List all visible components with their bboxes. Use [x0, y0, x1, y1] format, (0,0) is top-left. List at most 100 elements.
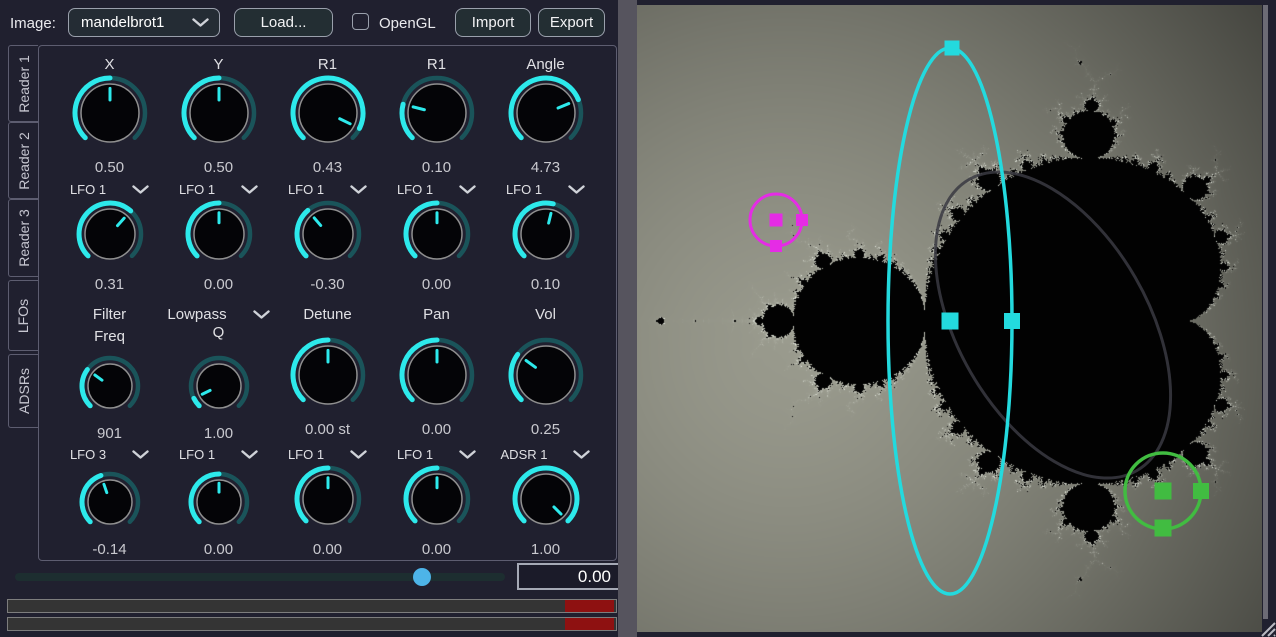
- reader-3-handle-bottom[interactable]: [1154, 519, 1172, 537]
- reader-2-handle-bottom[interactable]: [770, 240, 782, 252]
- reader-2-handle-right[interactable]: [796, 214, 808, 226]
- knob-cell-filter-freq-mod: LFO 3 -0.14: [55, 444, 164, 558]
- load-button[interactable]: Load...: [234, 8, 333, 37]
- chevron-down-icon: [252, 309, 270, 319]
- reader-3-handle-center[interactable]: [1154, 482, 1172, 500]
- y-mod-value: 0.00: [203, 276, 234, 293]
- knob-cell-filter-q: Lowpass Q 1.00: [164, 304, 273, 444]
- angle-mod-source-dropdown[interactable]: LFO 1: [506, 179, 585, 199]
- knob-r1b[interactable]: [398, 74, 476, 157]
- chevron-down-icon: [241, 449, 258, 459]
- detune-mod-source-dropdown[interactable]: LFO 1: [288, 444, 367, 464]
- right-scroll-strip: [1263, 5, 1268, 619]
- dropdown-value: LFO 1: [178, 446, 216, 462]
- reader-1-handle-center[interactable]: [941, 312, 959, 330]
- meter-bar-2: [7, 617, 617, 631]
- tab-reader-3[interactable]: Reader 3: [8, 199, 38, 277]
- filter-q-sub-label: Q: [212, 324, 225, 341]
- knob-cell-angle: Angle 4.73: [491, 54, 600, 179]
- knob-cell-r1b: R1 0.10: [382, 54, 491, 179]
- dropdown-value: LFO 3: [69, 446, 107, 462]
- export-button[interactable]: Export: [538, 8, 605, 37]
- reader-3-handle-right[interactable]: [1193, 483, 1209, 499]
- knob-x-mod[interactable]: [75, 199, 145, 274]
- image-select[interactable]: mandelbrot1: [68, 8, 220, 37]
- knob-cell-pan: Pan 0.00: [382, 304, 491, 444]
- position-slider[interactable]: [15, 568, 505, 586]
- vol-mod-value: 1.00: [530, 541, 561, 558]
- knob-cell-vol-mod: ADSR 1 1.00: [491, 444, 600, 558]
- r1-value: 0.43: [312, 159, 343, 176]
- knob-filter-q[interactable]: [187, 354, 251, 423]
- import-button[interactable]: Import: [455, 8, 531, 37]
- r1b-value: 0.10: [421, 159, 452, 176]
- knob-q-mod[interactable]: [187, 470, 251, 539]
- q-mod-value: 0.00: [203, 541, 234, 558]
- knob-row-3: Filter Freq 901 Lowpass Q 1.00 Detune 0.00 s…: [39, 304, 616, 444]
- x-mod-value: 0.31: [94, 276, 125, 293]
- filter-freq-mod-source-dropdown[interactable]: LFO 3: [70, 444, 149, 464]
- tab-label: ADSRs: [15, 368, 32, 414]
- chevron-down-icon: [132, 184, 149, 194]
- q-mod-source-dropdown[interactable]: LFO 1: [179, 444, 258, 464]
- knob-y-mod[interactable]: [184, 199, 254, 274]
- chevron-down-icon: [568, 184, 585, 194]
- knob-filter-freq[interactable]: [78, 354, 142, 423]
- angle-mod-value: 0.10: [530, 276, 561, 293]
- knob-filter-freq-mod[interactable]: [78, 470, 142, 539]
- knob-angle-mod[interactable]: [511, 199, 581, 274]
- dropdown-value: LFO 1: [396, 446, 434, 462]
- x-mod-source-dropdown[interactable]: LFO 1: [70, 179, 149, 199]
- slider-value-box[interactable]: 0.00: [517, 563, 621, 590]
- knob-pan-mod[interactable]: [402, 464, 472, 539]
- vol-mod-source-dropdown[interactable]: ADSR 1: [501, 444, 591, 464]
- knob-pan[interactable]: [398, 336, 476, 419]
- knob-r1-mod[interactable]: [293, 199, 363, 274]
- reader-1-handle-top[interactable]: [944, 40, 960, 56]
- resize-grip-icon[interactable]: [1257, 618, 1276, 637]
- knob-angle[interactable]: [507, 74, 585, 157]
- filter-freq-value: 901: [96, 425, 123, 442]
- knob-r1[interactable]: [289, 74, 367, 157]
- pan-value: 0.00: [421, 421, 452, 438]
- image-label: Image:: [10, 15, 56, 32]
- knob-vol-mod[interactable]: [511, 464, 581, 539]
- tab-reader-2[interactable]: Reader 2: [8, 122, 38, 199]
- knob-x[interactable]: [71, 74, 149, 157]
- tab-label: LFOs: [15, 298, 32, 333]
- x-value: 0.50: [94, 159, 125, 176]
- tab-adsrs[interactable]: ADSRs: [8, 354, 38, 428]
- knob-cell-y: Y 0.50: [164, 54, 273, 179]
- knob-row-2: LFO 1 0.31 LFO 1 0.00 LFO 1 -0.30 LFO 1 0.0…: [39, 179, 616, 293]
- meter-red-segment: [565, 618, 614, 630]
- knob-detune-mod[interactable]: [293, 464, 363, 539]
- knob-y[interactable]: [180, 74, 258, 157]
- knob-row-4: LFO 3 -0.14 LFO 1 0.00 LFO 1 0.00 LFO 1 0.0…: [39, 444, 616, 558]
- tab-label: Reader 3: [15, 209, 32, 267]
- knob-row-1: X 0.50 Y 0.50 R1 0.43 R1 0.10 Angle 4.73: [39, 54, 616, 179]
- panel-splitter[interactable]: [618, 0, 637, 637]
- r1b-mod-source-dropdown[interactable]: LFO 1: [397, 179, 476, 199]
- fractal-view[interactable]: [637, 5, 1262, 632]
- dropdown-value: LFO 1: [69, 181, 107, 197]
- vol-label: Vol: [535, 305, 556, 323]
- knob-r1b-mod[interactable]: [402, 199, 472, 274]
- slider-thumb[interactable]: [413, 568, 431, 586]
- knob-cell-q-mod: LFO 1 0.00: [164, 444, 273, 558]
- y-mod-source-dropdown[interactable]: LFO 1: [179, 179, 258, 199]
- dropdown-value: LFO 1: [178, 181, 216, 197]
- pan-mod-source-dropdown[interactable]: LFO 1: [397, 444, 476, 464]
- tab-reader-1[interactable]: Reader 1: [8, 45, 38, 122]
- tab-lfos[interactable]: LFOs: [8, 280, 38, 351]
- opengl-checkbox[interactable]: [352, 13, 369, 30]
- reader-1-handle-right[interactable]: [1004, 313, 1020, 329]
- reader-2-handle-center[interactable]: [769, 213, 783, 227]
- filter-q-source-dropdown[interactable]: Lowpass: [167, 304, 270, 324]
- chevron-down-icon: [350, 449, 367, 459]
- ghost-ellipse-shape[interactable]: [887, 132, 1220, 518]
- r1-mod-source-dropdown[interactable]: LFO 1: [288, 179, 367, 199]
- angle-value: 4.73: [530, 159, 561, 176]
- meter-bar-1: [7, 599, 617, 613]
- knob-detune[interactable]: [289, 336, 367, 419]
- knob-vol[interactable]: [507, 336, 585, 419]
